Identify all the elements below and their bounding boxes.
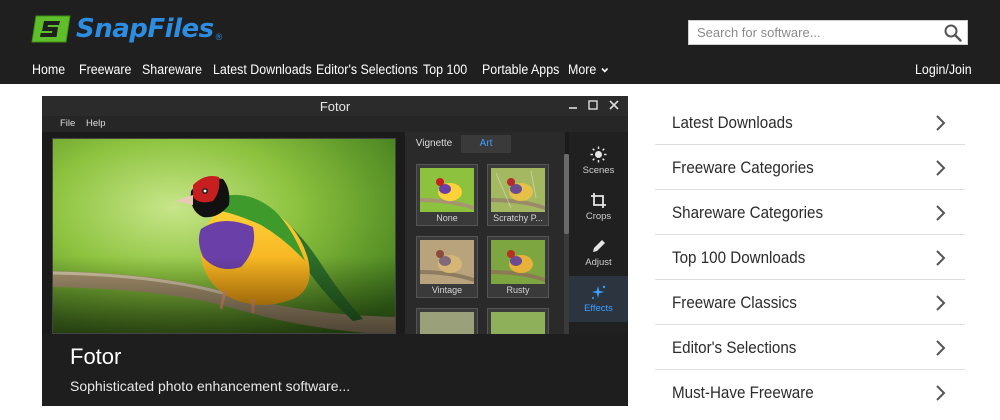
thumbnail-label: Scratchy P... bbox=[493, 213, 543, 223]
list-item-label: Must-Have Freeware bbox=[672, 384, 814, 402]
thumbnail-label: None bbox=[436, 213, 458, 223]
nav-latest-downloads[interactable]: Latest Downloads bbox=[213, 62, 312, 77]
slide-caption: Fotor Sophisticated photo enhancement so… bbox=[42, 334, 628, 406]
app-menu-help: Help bbox=[86, 118, 106, 129]
effect-thumbnail: Rusty bbox=[487, 236, 549, 298]
nav-shareware[interactable]: Shareware bbox=[142, 62, 202, 77]
search-icon[interactable] bbox=[943, 23, 963, 43]
nav-top-100[interactable]: Top 100 bbox=[423, 62, 467, 77]
tool-scenes: Scenes bbox=[569, 138, 628, 184]
slide-title[interactable]: Fotor bbox=[70, 344, 121, 370]
list-item-label: Editor's Selections bbox=[672, 339, 797, 357]
effect-thumbnail: Vintage bbox=[416, 236, 478, 298]
list-item-must-have-freeware[interactable]: Must-Have Freeware bbox=[655, 370, 965, 415]
effects-tabs: Vignette Art bbox=[409, 135, 561, 153]
sun-icon bbox=[590, 146, 607, 163]
nav-more-label: More bbox=[568, 62, 597, 77]
bird-image bbox=[53, 139, 395, 333]
site-header: SnapFiles ® Home Freeware Shareware Late… bbox=[0, 0, 1000, 84]
slide-description: Sophisticated photo enhancement software… bbox=[70, 378, 351, 394]
list-item-freeware-classics[interactable]: Freeware Classics bbox=[655, 280, 965, 325]
tool-crops: Crops bbox=[569, 184, 628, 230]
effect-thumbnail: None bbox=[416, 164, 478, 226]
tab-vignette: Vignette bbox=[415, 138, 453, 149]
thumbnail-image bbox=[420, 240, 474, 284]
chevron-right-icon bbox=[936, 160, 946, 176]
thumbnail-image bbox=[420, 168, 474, 212]
tool-label: Effects bbox=[584, 303, 613, 314]
list-item-editors-selections[interactable]: Editor's Selections bbox=[655, 325, 965, 370]
chevron-right-icon bbox=[936, 385, 946, 401]
list-item-label: Latest Downloads bbox=[672, 114, 793, 132]
effects-panel: Vignette Art None Scratchy P... Vintage bbox=[405, 132, 565, 338]
thumbnail-image bbox=[491, 168, 545, 212]
crop-icon bbox=[591, 193, 606, 208]
tool-label: Adjust bbox=[585, 257, 612, 268]
list-item-top-100-downloads[interactable]: Top 100 Downloads bbox=[655, 235, 965, 280]
featured-slide[interactable]: Fotor File Help Vignette Art None Scratc… bbox=[42, 96, 628, 406]
list-item-label: Shareware Categories bbox=[672, 204, 824, 222]
effect-thumbnail: Scratchy P... bbox=[487, 164, 549, 226]
logo-registered-mark: ® bbox=[215, 32, 223, 42]
app-window-title: Fotor bbox=[319, 99, 351, 114]
sparkle-icon bbox=[592, 285, 606, 299]
close-icon bbox=[609, 100, 619, 110]
chevron-right-icon bbox=[936, 295, 946, 311]
login-join-link[interactable]: Login/Join bbox=[915, 62, 972, 77]
thumbnail-image bbox=[420, 312, 474, 336]
list-item-latest-downloads[interactable]: Latest Downloads bbox=[655, 100, 965, 145]
list-item-label: Freeware Classics bbox=[672, 294, 797, 312]
tool-label: Crops bbox=[585, 211, 612, 222]
site-logo[interactable]: SnapFiles ® bbox=[30, 12, 222, 46]
thumbnail-image bbox=[491, 240, 545, 284]
thumbnail-image bbox=[491, 312, 545, 336]
minimize-icon bbox=[569, 107, 577, 109]
chevron-right-icon bbox=[936, 115, 946, 131]
thumbnail-label: Vintage bbox=[431, 285, 463, 295]
chevron-down-icon bbox=[601, 68, 608, 74]
tab-art: Art bbox=[461, 135, 511, 153]
app-menu-bar: File Help bbox=[42, 116, 628, 132]
list-item-shareware-categories[interactable]: Shareware Categories bbox=[655, 190, 965, 235]
chevron-right-icon bbox=[936, 340, 946, 356]
logo-text: SnapFiles bbox=[76, 14, 214, 44]
thumbnail-label: Rusty bbox=[506, 285, 530, 295]
list-item-label: Top 100 Downloads bbox=[672, 249, 806, 267]
search-input[interactable] bbox=[689, 21, 939, 44]
tool-adjust: Adjust bbox=[569, 230, 628, 276]
list-item-label: Freeware Categories bbox=[672, 159, 814, 177]
snapfiles-logo-icon bbox=[31, 15, 71, 43]
nav-more[interactable]: More bbox=[568, 62, 609, 77]
list-item-freeware-categories[interactable]: Freeware Categories bbox=[655, 145, 965, 190]
tool-label: Scenes bbox=[582, 165, 615, 176]
chevron-right-icon bbox=[936, 205, 946, 221]
app-menu-file: File bbox=[60, 118, 76, 129]
chevron-right-icon bbox=[936, 250, 946, 266]
nav-freeware[interactable]: Freeware bbox=[79, 62, 131, 77]
main-nav: Home Freeware Shareware Latest Downloads… bbox=[0, 58, 1000, 84]
nav-editors-selections[interactable]: Editor's Selections bbox=[316, 62, 418, 77]
nav-portable-apps[interactable]: Portable Apps bbox=[482, 62, 559, 77]
tool-effects: Effects bbox=[569, 276, 628, 322]
bird-photo bbox=[52, 138, 396, 334]
search-box bbox=[688, 20, 968, 45]
tool-column: Scenes Crops Adjust Effects bbox=[569, 132, 628, 337]
maximize-icon bbox=[588, 100, 598, 110]
nav-home[interactable]: Home bbox=[32, 62, 65, 77]
pencil-icon bbox=[593, 240, 605, 252]
app-window-titlebar: Fotor bbox=[42, 96, 628, 116]
